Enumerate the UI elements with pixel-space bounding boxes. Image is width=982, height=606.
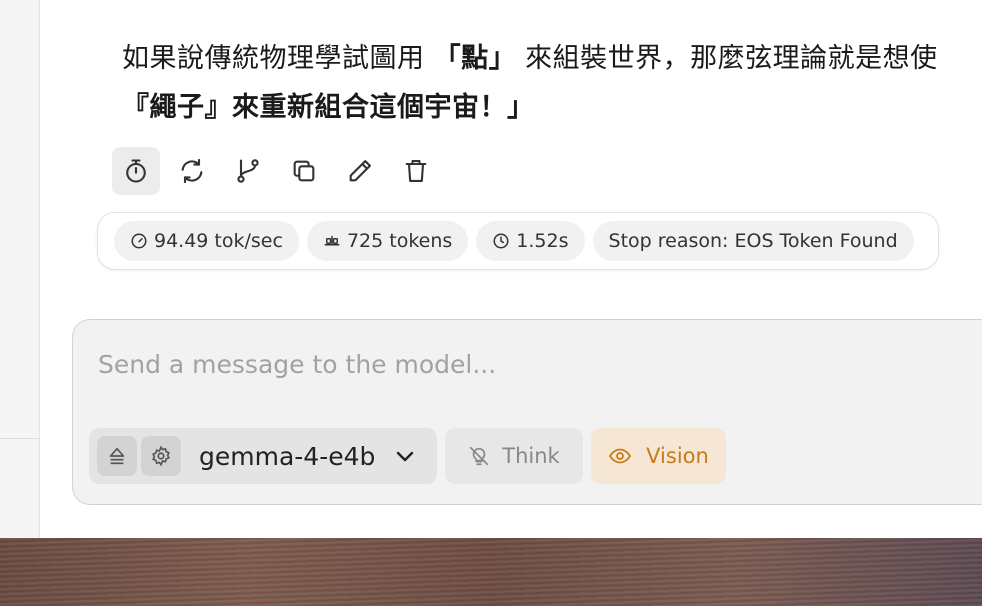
regenerate-button[interactable] <box>168 147 216 195</box>
token-count-value: 725 tokens <box>346 230 453 252</box>
delete-button[interactable] <box>392 147 440 195</box>
speed-value: 94.49 tok/sec <box>154 230 283 252</box>
branch-button[interactable] <box>224 147 272 195</box>
vision-label: Vision <box>646 444 709 468</box>
left-sidebar <box>0 0 40 538</box>
timer-icon <box>126 159 146 183</box>
token-count-stat: 725 tokens <box>306 221 469 261</box>
stop-reason-value: Stop reason: EOS Token Found <box>608 230 898 252</box>
time-stat: 1.52s <box>476 221 585 261</box>
desktop-wallpaper <box>0 538 982 606</box>
delete-icon <box>405 160 427 182</box>
assistant-message: 如果說傳統物理學試圖用 「點」 來組裝世界，那麼弦理論就是想使 『繩子』來重新組… <box>122 34 982 132</box>
lightbulb-off-icon <box>470 446 489 466</box>
gauge-icon <box>131 233 147 249</box>
message-action-bar <box>112 147 440 195</box>
message-input[interactable]: Send a message to the model... <box>98 350 496 379</box>
eject-icon <box>109 447 125 465</box>
sidebar-divider <box>0 438 39 439</box>
copy-icon <box>293 160 315 182</box>
message-line-1: 如果說傳統物理學試圖用 「點」 來組裝世界，那麼弦理論就是想使 <box>122 34 982 83</box>
speed-stat: 94.49 tok/sec <box>114 221 299 261</box>
model-name[interactable]: gemma-4-e4b <box>199 442 375 471</box>
edit-button[interactable] <box>336 147 384 195</box>
edit-icon <box>349 160 371 182</box>
time-value: 1.52s <box>516 230 569 252</box>
chat-main: 如果說傳統物理學試圖用 「點」 來組裝世界，那麼弦理論就是想使 『繩子』來重新組… <box>40 0 982 538</box>
think-toggle-button[interactable]: Think <box>445 428 583 484</box>
eject-model-button[interactable] <box>97 436 137 476</box>
vision-toggle-button[interactable]: Vision <box>591 428 726 484</box>
generation-stats: 94.49 tok/sec 725 tokens 1.52s Stop reas… <box>97 212 939 270</box>
timing-button[interactable] <box>112 147 160 195</box>
chevron-down-icon[interactable] <box>393 444 417 468</box>
copy-button[interactable] <box>280 147 328 195</box>
message-text: 如果說傳統物理學試圖用 <box>122 43 434 74</box>
message-bold-text: 『繩子』來重新組合這個宇宙！」 <box>122 92 535 123</box>
model-selector-group: gemma-4-e4b <box>89 428 437 484</box>
clock-icon <box>493 233 509 249</box>
stop-reason-stat: Stop reason: EOS Token Found <box>592 221 914 261</box>
message-composer[interactable]: Send a message to the model... gemma-4-e… <box>72 319 982 505</box>
regenerate-icon <box>181 158 203 184</box>
model-settings-button[interactable] <box>141 436 181 476</box>
message-line-2: 『繩子』來重新組合這個宇宙！」 <box>122 83 982 132</box>
message-text: 來組裝世界，那麼弦理論就是想使 <box>516 43 938 74</box>
message-bold-text: 「點」 <box>433 43 517 74</box>
eye-icon <box>609 448 632 464</box>
think-label: Think <box>502 444 560 468</box>
tokens-icon <box>324 235 340 246</box>
gear-icon <box>152 445 170 467</box>
branch-icon <box>237 159 259 183</box>
